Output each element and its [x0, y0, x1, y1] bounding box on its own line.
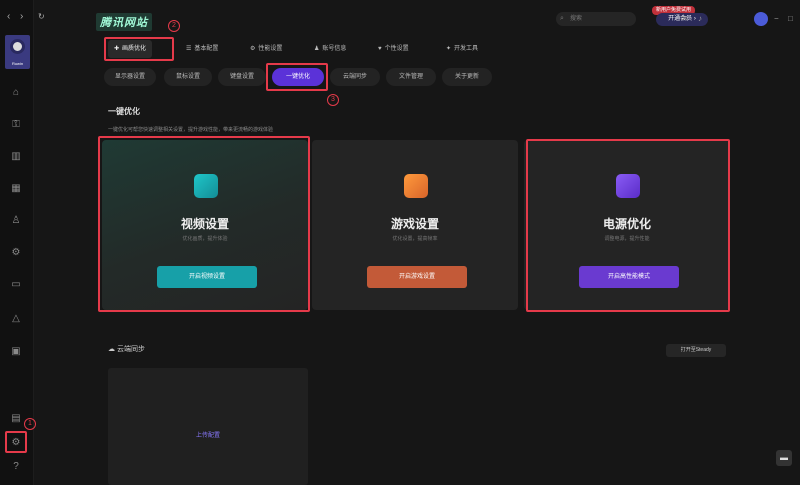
- game-settings-button[interactable]: 开启游戏设置: [367, 266, 467, 288]
- settings-icon[interactable]: ⚙: [9, 246, 23, 260]
- tab-label: 性能设置: [258, 46, 283, 52]
- brand-logo: 腾讯网站: [96, 13, 152, 31]
- search-placeholder: 搜索: [570, 16, 583, 22]
- subtab-display[interactable]: 显示器设置: [104, 68, 156, 86]
- message-icon[interactable]: ▤: [9, 412, 23, 426]
- card-subtitle: 优化设置，提高帧率: [392, 236, 438, 242]
- list-icon: ☰: [186, 46, 192, 52]
- highlight-box-video: [98, 136, 310, 312]
- highlight-box-settings: [5, 431, 27, 453]
- top-bar: ↻ 腾讯网站 ⌕ 搜索 新用户免费试用 开通会员 › ✉ ♪ − □ ×: [34, 0, 800, 36]
- home-icon[interactable]: ⌂: [9, 86, 23, 100]
- open-steady-button[interactable]: 打开至Steady: [666, 344, 726, 357]
- search-input[interactable]: ⌕ 搜索: [556, 12, 636, 26]
- tab-account[interactable]: ♟ 账号信息: [308, 40, 352, 58]
- maximize-icon[interactable]: □: [788, 14, 793, 23]
- tab-label: 开发工具: [454, 46, 479, 52]
- subtab-keyboard[interactable]: 键盘设置: [218, 68, 266, 86]
- marker-2: 2: [168, 20, 180, 32]
- refresh-icon[interactable]: ↻: [38, 12, 45, 21]
- avatar-label: Ruwin: [11, 61, 24, 66]
- mail-icon[interactable]: ✉: [681, 14, 688, 23]
- section-title: 一键优化: [108, 107, 140, 116]
- card-title: 游戏设置: [390, 217, 439, 231]
- chart-icon[interactable]: ▥: [9, 150, 23, 164]
- minimize-icon[interactable]: −: [774, 14, 779, 23]
- subtab-about[interactable]: 关于更新: [442, 68, 492, 86]
- warning-icon[interactable]: △: [9, 312, 23, 326]
- search-icon: ⌕: [560, 15, 564, 22]
- tab-label: 个性设置: [384, 46, 409, 52]
- monitor-icon[interactable]: ▭: [9, 278, 23, 292]
- tab-dev[interactable]: ✦ 开发工具: [440, 40, 484, 58]
- tab-performance[interactable]: ⚙ 性能设置: [244, 40, 288, 58]
- upload-config-link[interactable]: 上传配置: [108, 430, 308, 439]
- avatar-disc-icon: [10, 39, 25, 54]
- back-button[interactable]: ‹: [7, 11, 10, 22]
- chat-icon[interactable]: ▬: [776, 450, 792, 466]
- subtab-mouse[interactable]: 鼠标设置: [164, 68, 212, 86]
- gamepad-icon: [404, 174, 428, 198]
- subtab-cloud[interactable]: 云端同步: [330, 68, 380, 86]
- heart-icon: ♥: [378, 46, 382, 52]
- marker-3: 3: [327, 94, 339, 106]
- marker-1: 1: [24, 418, 36, 430]
- highlight-box-tab: [104, 37, 174, 61]
- tab-label: 账号信息: [322, 46, 347, 52]
- tab-basic[interactable]: ☰ 基本配置: [180, 40, 224, 58]
- highlight-box-power: [526, 139, 730, 312]
- tab-personal[interactable]: ♥ 个性设置: [372, 40, 415, 58]
- game-settings-card: 游戏设置 优化设置，提高帧率 开启游戏设置: [312, 140, 518, 310]
- cloud-title-text: 云端同步: [116, 346, 145, 353]
- highlight-box-subtab: [266, 63, 328, 91]
- star-icon: ✦: [446, 46, 452, 52]
- user-icon[interactable]: ♙: [9, 214, 23, 228]
- user-avatar[interactable]: [754, 12, 768, 26]
- help-icon[interactable]: ?: [9, 460, 23, 474]
- profile-avatar[interactable]: Ruwin: [5, 35, 30, 69]
- forward-button[interactable]: ›: [20, 11, 23, 22]
- folder-icon[interactable]: ▣: [9, 345, 23, 359]
- subtab-files[interactable]: 文件管理: [386, 68, 436, 86]
- bell-icon[interactable]: ♪: [698, 14, 702, 23]
- lock-icon[interactable]: ⚿: [9, 118, 23, 132]
- cog-icon: ⚙: [250, 46, 256, 52]
- person-icon: ♟: [314, 46, 320, 52]
- cloud-sync-title: ☁ 云端同步: [108, 346, 145, 353]
- tab-label: 基本配置: [194, 46, 219, 52]
- section-description: 一键优化可帮您快速调整相关设置，提升游戏性能，带来更流畅的游戏体验: [108, 127, 274, 133]
- sidebar: ‹ › Ruwin ⌂ ⚿ ▥ ▦ ♙ ⚙ ▭ △ ▣ ▤ ⚙ ?: [0, 0, 34, 485]
- cloud-panel[interactable]: 上传配置: [108, 368, 308, 485]
- grid-icon[interactable]: ▦: [9, 182, 23, 196]
